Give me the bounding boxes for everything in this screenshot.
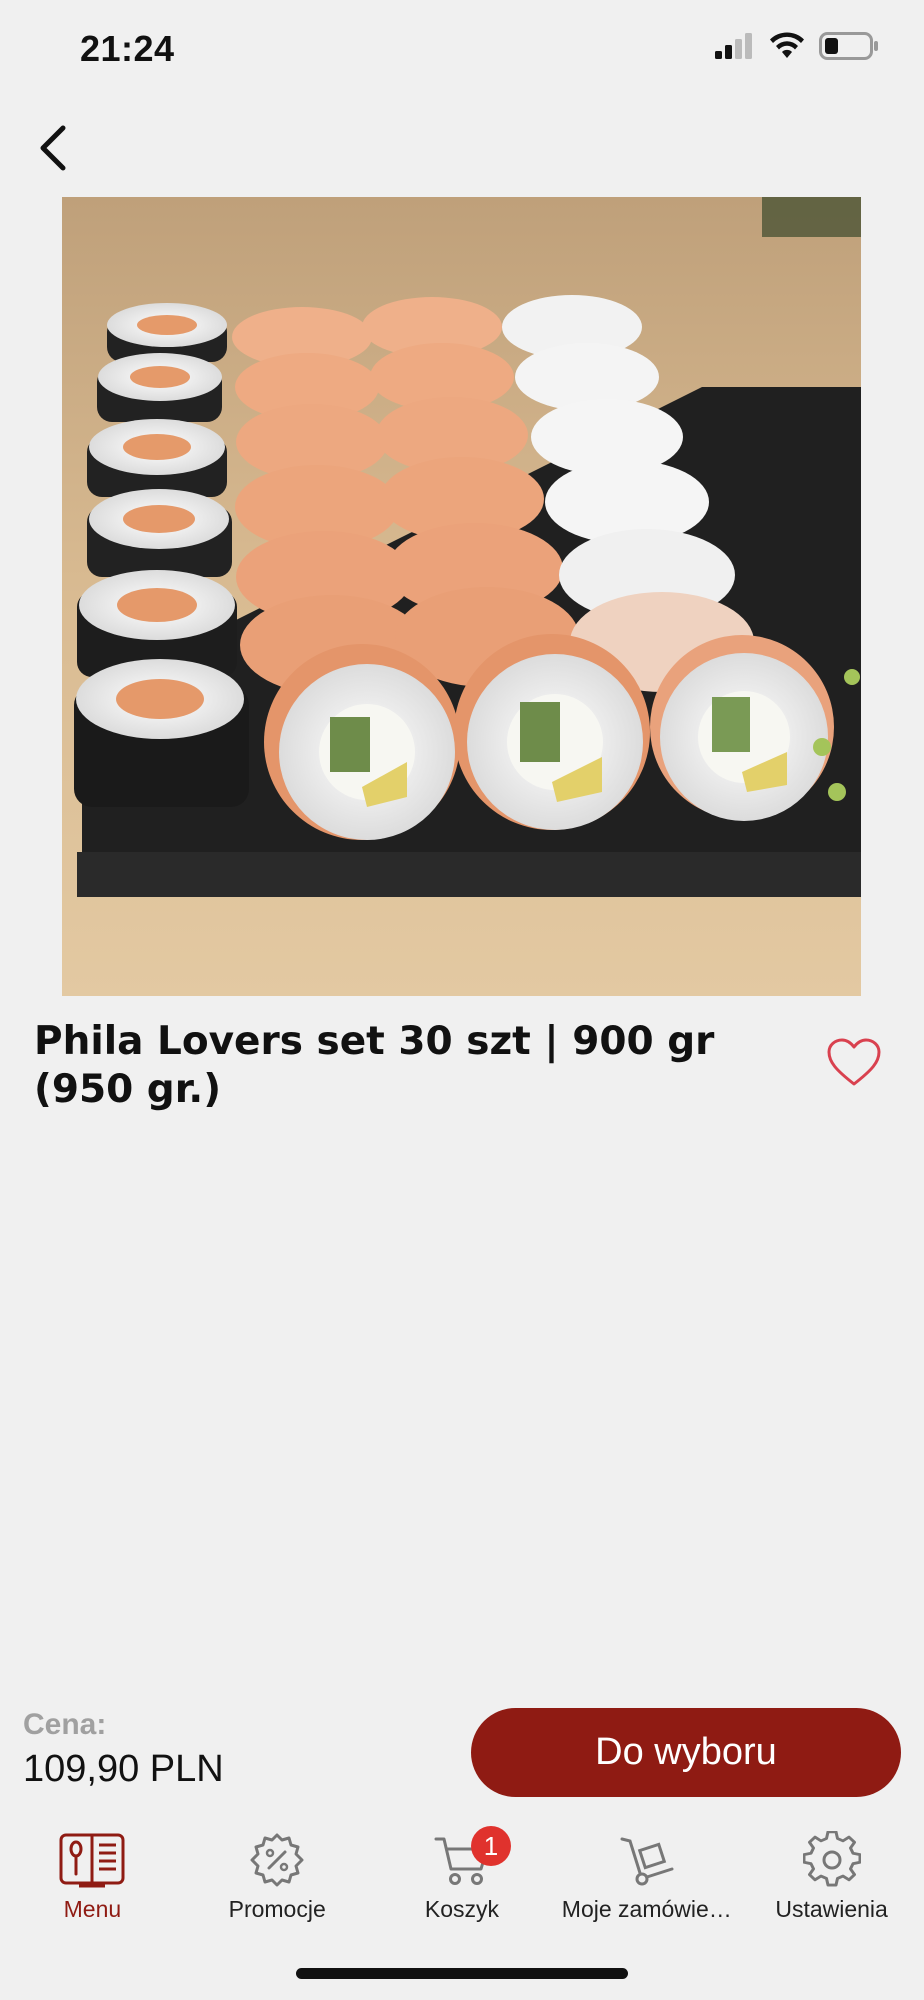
back-button[interactable]	[22, 118, 82, 178]
tab-menu-label: Menu	[63, 1896, 122, 1922]
tab-moje-zamowienia-label: Moje zamówie…	[561, 1896, 732, 1922]
price-value: 109,90 PLN	[23, 1748, 224, 1790]
tab-promocje[interactable]: Promocje	[185, 1820, 370, 1940]
tab-koszyk-label: Koszyk	[424, 1896, 500, 1922]
choose-button[interactable]: Do wyboru	[471, 1708, 901, 1797]
cart-icon: 1	[427, 1826, 511, 1890]
tab-menu[interactable]: Menu	[0, 1820, 185, 1940]
status-icons	[715, 32, 879, 60]
sushi-photo	[62, 197, 861, 996]
status-bar: 21:24	[0, 0, 924, 100]
menu-book-icon	[57, 1830, 127, 1890]
cart-badge: 1	[470, 1826, 511, 1866]
tab-ustawienia-label: Ustawienia	[775, 1896, 888, 1922]
percent-badge-icon	[242, 1830, 312, 1890]
favorite-button[interactable]	[826, 1038, 886, 1098]
price-label: Cena:	[23, 1708, 107, 1741]
wifi-icon	[770, 32, 804, 58]
product-title: Phila Lovers set 30 szt | 900 gr (950 gr…	[34, 1019, 715, 1112]
tab-moje-zamowienia[interactable]: Moje zamówie…	[554, 1820, 739, 1940]
product-detail-screen: 21:24 Phila Lovers set 30 szt | 900 gr (…	[0, 0, 924, 2000]
product-image	[62, 197, 861, 996]
hand-truck-icon	[612, 1830, 682, 1890]
signal-icon	[715, 33, 752, 59]
gear-icon	[797, 1830, 867, 1890]
tab-bar: Menu Promocje 1 Koszyk Moje zamówie… Ust…	[0, 1820, 924, 1940]
tab-promocje-label: Promocje	[228, 1896, 326, 1922]
tab-ustawienia[interactable]: Ustawienia	[739, 1820, 924, 1940]
status-time: 21:24	[80, 28, 175, 69]
home-indicator	[296, 1968, 628, 1979]
chevron-left-icon	[40, 125, 66, 171]
tab-koszyk[interactable]: 1 Koszyk	[370, 1820, 555, 1940]
heart-icon	[827, 1038, 881, 1086]
battery-icon	[819, 32, 878, 60]
